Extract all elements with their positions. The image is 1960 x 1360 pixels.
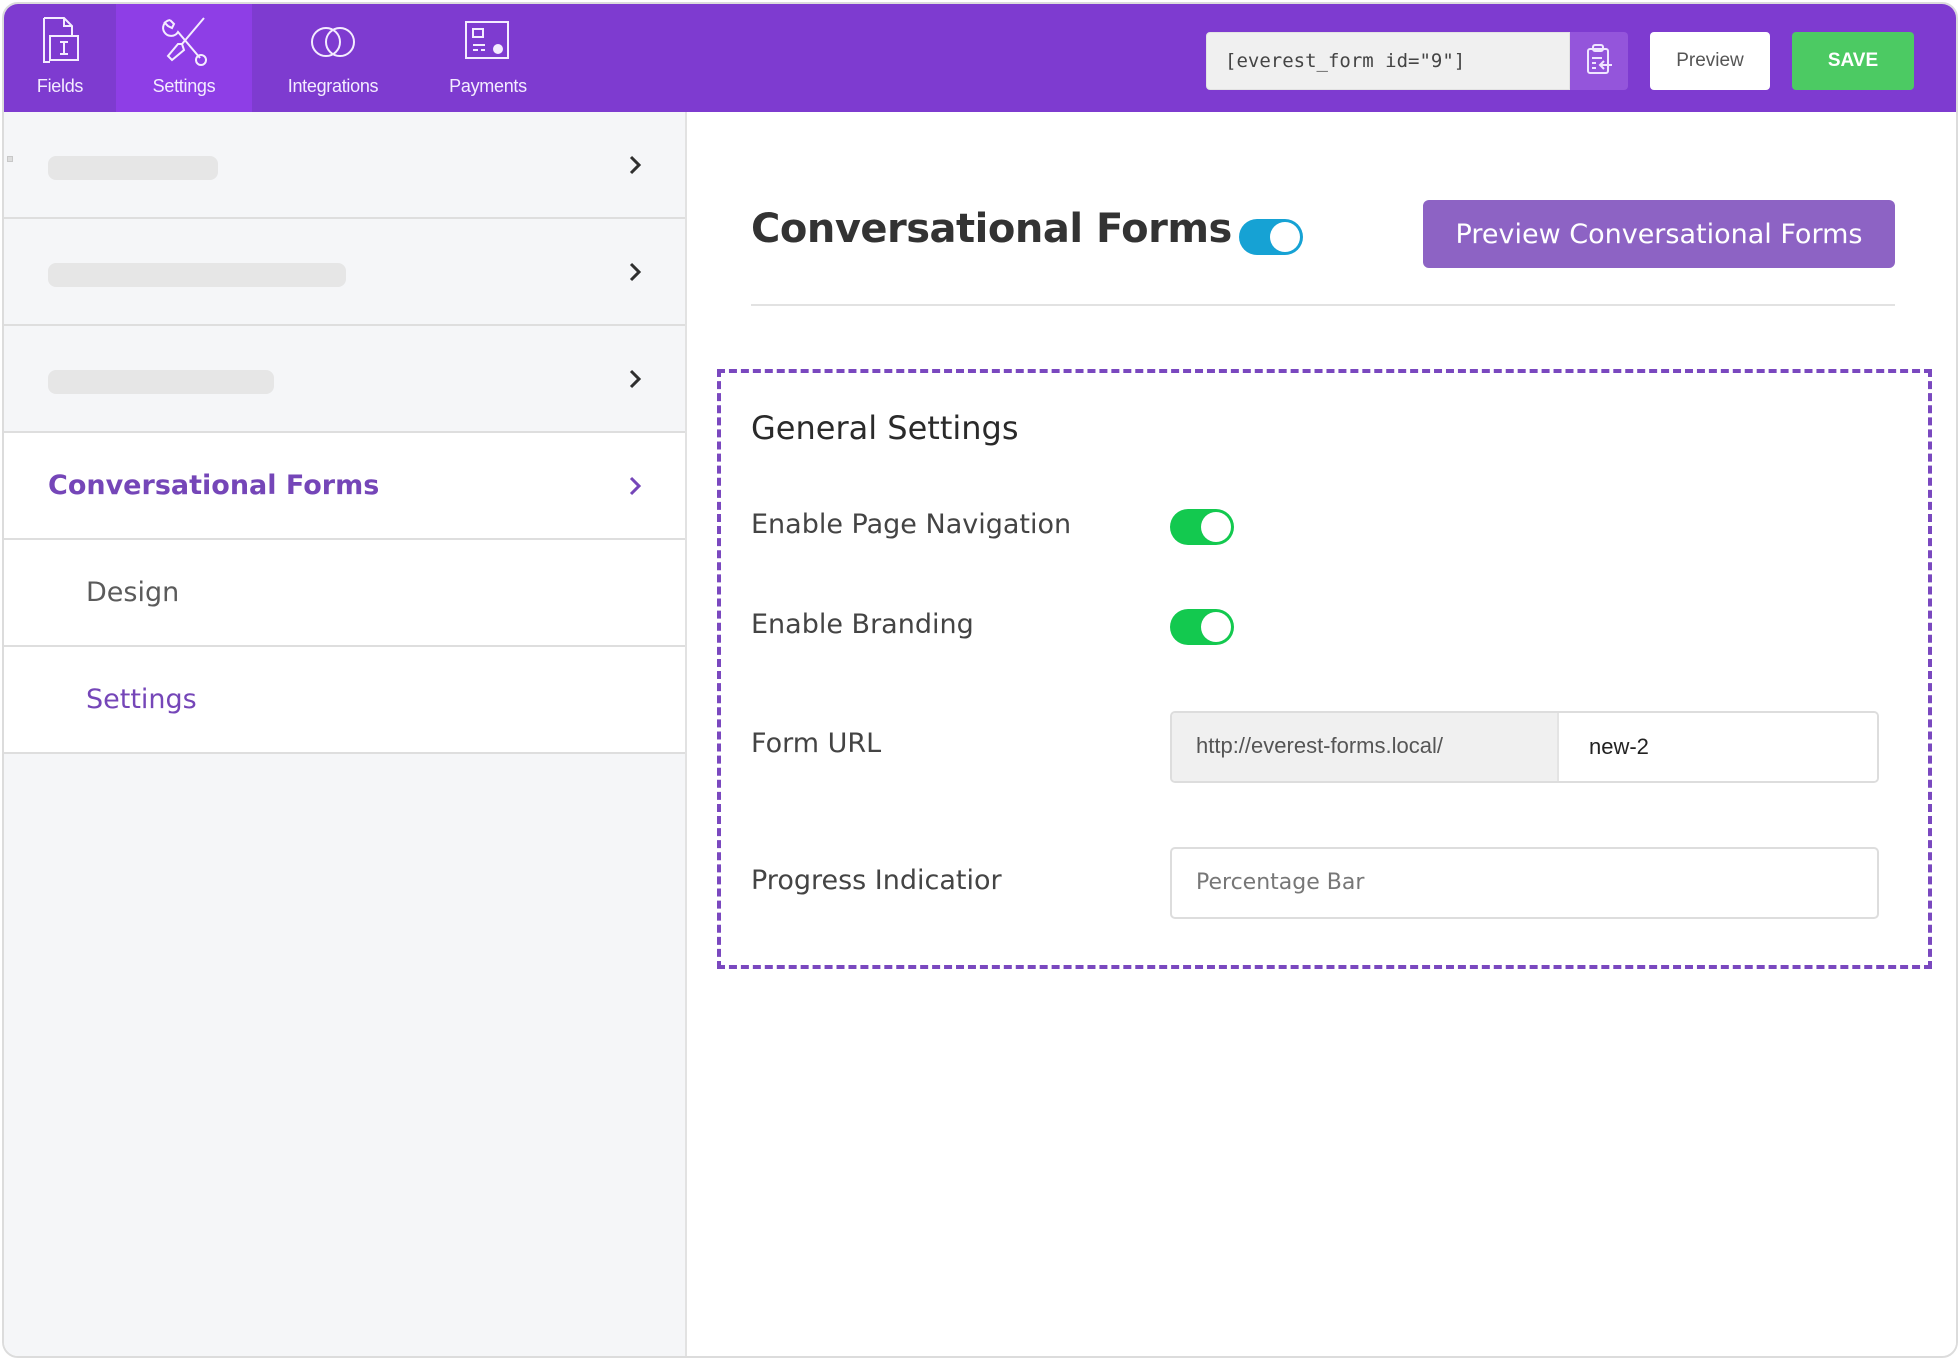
sidebar-item-label: Settings (86, 684, 197, 715)
tab-label: Payments (449, 76, 527, 96)
chevron-right-icon (629, 262, 642, 282)
tab-settings[interactable]: Settings (116, 4, 252, 112)
tab-integrations[interactable]: Integrations (266, 4, 400, 112)
save-button[interactable]: SAVE (1792, 32, 1914, 90)
tab-payments[interactable]: Payments (420, 4, 556, 112)
main-content: Conversational Forms Preview Conversatio… (689, 112, 1956, 1356)
section-title: General Settings (751, 409, 1019, 447)
form-url-label: Form URL (751, 728, 882, 759)
preview-button[interactable]: Preview (1650, 32, 1770, 90)
sidebar-subitem-settings[interactable]: Settings (4, 647, 685, 754)
sidebar-item-label: Conversational Forms (48, 470, 380, 501)
sidebar-item-placeholder-2[interactable] (4, 219, 685, 326)
settings-tools-icon (156, 14, 212, 70)
chevron-right-icon (629, 476, 642, 496)
conversational-forms-toggle[interactable] (1239, 219, 1303, 255)
toggle-knob (1270, 222, 1300, 252)
sidebar-item-conversational-forms[interactable]: Conversational Forms (4, 433, 685, 540)
fields-icon (32, 14, 88, 70)
skeleton-label (48, 263, 346, 287)
chevron-right-icon (629, 369, 642, 389)
sidebar-item-placeholder-1[interactable] (4, 112, 685, 219)
sidebar-subitem-design[interactable]: Design (4, 540, 685, 647)
toggle-knob (1201, 512, 1231, 542)
page-title: Conversational Forms (751, 206, 1232, 252)
sidebar-item-placeholder-3[interactable] (4, 326, 685, 433)
app-window: Fields Settings Integrations Payments [e… (2, 2, 1958, 1358)
payments-icon (460, 14, 516, 70)
enable-branding-toggle[interactable] (1170, 609, 1234, 645)
skeleton-label (48, 156, 218, 180)
progress-indicator-select[interactable]: Percentage Bar (1170, 847, 1879, 919)
toggle-knob (1201, 612, 1231, 642)
form-url-prefix: http://everest-forms.local/ (1172, 713, 1557, 781)
divider (751, 304, 1895, 306)
preview-conversational-forms-button[interactable]: Preview Conversational Forms (1423, 200, 1895, 268)
chevron-right-icon (629, 155, 642, 175)
enable-page-navigation-label: Enable Page Navigation (751, 509, 1072, 540)
form-url-group: http://everest-forms.local/ (1170, 711, 1879, 783)
sidebar: Conversational Forms Design Settings (4, 112, 687, 1356)
tab-label: Settings (152, 76, 216, 96)
clipboard-copy-icon (1584, 42, 1614, 80)
progress-indicator-label: Progress Indicatior (751, 865, 1002, 896)
tab-label: Fields (36, 76, 84, 96)
skeleton-label (48, 370, 274, 394)
enable-page-navigation-toggle[interactable] (1170, 509, 1234, 545)
form-url-slug-input[interactable] (1557, 713, 1877, 781)
shortcode-field[interactable]: [everest_form id="9"] (1206, 32, 1570, 90)
copy-shortcode-button[interactable] (1570, 32, 1628, 90)
general-settings-panel: General Settings Enable Page Navigation … (717, 369, 1932, 969)
tab-label: Integrations (287, 76, 379, 96)
top-toolbar: Fields Settings Integrations Payments [e… (4, 4, 1956, 112)
integrations-icon (305, 14, 361, 70)
enable-branding-label: Enable Branding (751, 609, 974, 640)
tab-fields[interactable]: Fields (4, 4, 116, 112)
sidebar-item-label: Design (86, 577, 180, 608)
